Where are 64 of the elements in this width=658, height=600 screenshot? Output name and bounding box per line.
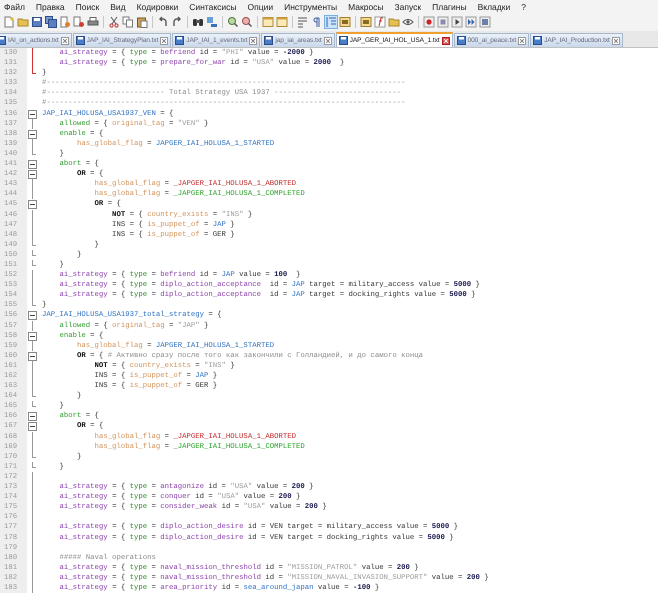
function-icon[interactable] [374, 16, 386, 28]
menu-item[interactable]: Правка [36, 2, 65, 12]
close-icon[interactable] [324, 36, 332, 44]
save-icon [456, 36, 466, 45]
collapse-icon[interactable] [28, 110, 37, 119]
close-icon[interactable] [518, 36, 526, 44]
collapse-icon[interactable] [28, 170, 37, 180]
play-icon[interactable] [451, 16, 463, 28]
scissors-icon[interactable] [108, 16, 120, 28]
close-icon[interactable] [442, 36, 450, 44]
close-icon[interactable] [60, 36, 69, 44]
close-all-icon[interactable] [73, 16, 85, 28]
close-file-icon[interactable] [59, 16, 71, 28]
clipboard-icon[interactable] [136, 16, 148, 28]
panel-icon[interactable] [339, 16, 351, 28]
collapse-icon[interactable] [28, 130, 37, 139]
save-icon [76, 36, 85, 45]
indent-guide-icon[interactable] [325, 16, 337, 28]
play-multiple-icon[interactable] [465, 16, 477, 28]
new-file-icon[interactable] [3, 16, 15, 28]
save-macro-icon[interactable] [479, 16, 491, 28]
collapse-icon[interactable] [28, 200, 37, 210]
collapse-icon[interactable] [28, 352, 37, 361]
copy-icon[interactable] [122, 16, 134, 28]
panel-icon[interactable] [360, 16, 372, 28]
menu-item[interactable]: Синтаксисы [189, 2, 236, 12]
undo-icon[interactable] [157, 16, 169, 28]
window-icon[interactable] [262, 16, 274, 28]
menu-item[interactable]: Поиск [76, 2, 100, 12]
menu-item[interactable]: Инструменты [284, 2, 338, 12]
save-icon[interactable] [31, 16, 43, 28]
window-icon[interactable] [276, 16, 288, 28]
menu-item[interactable]: Макросы [348, 2, 384, 12]
lines-icon[interactable] [297, 16, 309, 28]
menu-item[interactable]: Плагины [432, 2, 467, 12]
replace-icon[interactable] [206, 16, 218, 28]
menu-item[interactable]: Запуск [394, 2, 422, 12]
search-icon[interactable] [192, 16, 204, 28]
folder-icon[interactable] [388, 16, 400, 28]
save-icon [264, 36, 274, 45]
close-icon[interactable] [160, 36, 168, 44]
menu-item[interactable]: Кодировки [136, 2, 178, 12]
save-icon [533, 36, 542, 45]
collapse-icon[interactable] [28, 412, 37, 422]
save-all-icon[interactable] [45, 16, 57, 28]
collapse-icon[interactable] [28, 160, 37, 170]
menu-item[interactable]: Вид [110, 2, 126, 12]
collapse-icon[interactable] [28, 311, 37, 320]
save-icon [175, 36, 184, 45]
eye-icon[interactable] [402, 16, 414, 28]
menu-item[interactable]: ? [521, 2, 526, 12]
collapse-icon[interactable] [28, 332, 37, 341]
printer-icon[interactable] [87, 16, 99, 28]
close-icon[interactable] [249, 36, 258, 44]
zoom-out-icon[interactable] [241, 16, 253, 28]
menu-item[interactable]: Опции [248, 2, 274, 12]
record-icon[interactable] [423, 16, 435, 28]
close-icon[interactable] [612, 36, 620, 44]
redo-icon[interactable] [171, 16, 183, 28]
save-icon [338, 36, 348, 45]
menu-item[interactable]: Вкладки [478, 2, 510, 12]
menu-item[interactable]: Файл [4, 2, 25, 12]
collapse-icon[interactable] [28, 422, 37, 432]
zoom-in-icon[interactable] [227, 16, 239, 28]
